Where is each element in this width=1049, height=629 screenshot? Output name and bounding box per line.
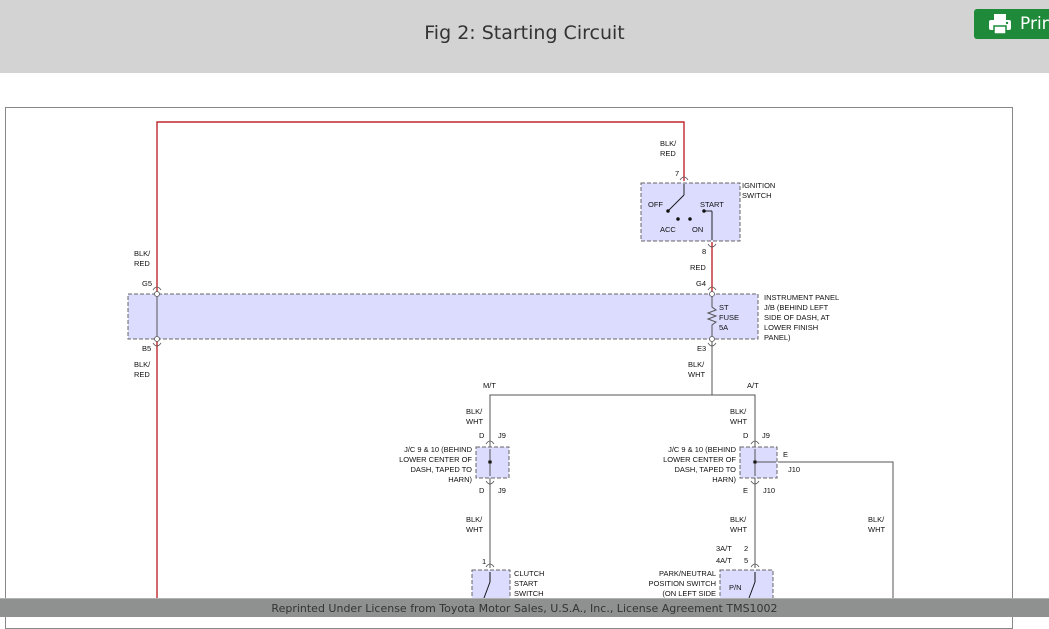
jc-left-conn-bottom: J9 [498,486,506,495]
ignition-start-label: START [700,200,724,209]
ignition-switch-box [640,182,741,242]
ignition-off-label: OFF [648,200,663,209]
pn-pin-3at: 3A/T [716,544,732,553]
jc-right-pin-side: E [783,450,788,459]
jc-left-conn-top: J9 [498,431,506,440]
ignition-pin-in: 7 [675,169,679,178]
jc-right-conn-bottom: J10 [763,486,775,495]
wire-label-blk-wht-left: BLK/WHT [466,407,483,426]
jc-left-pin-bottom: D [479,486,485,495]
jc-left-name: J/C 9 & 10 (BEHIND LOWER CENTER OF DASH, T… [399,445,473,484]
wire-label-blk-wht-left-lower: BLK/WHT [466,515,483,534]
jc-right-pin-bottom: E [743,486,748,495]
starting-circuit-diagram: BLK/RED BLK/RED BLK/RED RED BLK/WHT BLK/… [127,121,894,606]
ignition-acc-label: ACC [660,225,676,234]
jb-pin-g4: G4 [696,279,706,288]
ignition-pin-out: 8 [702,247,706,256]
wire-label-blk-wht-center: BLK/WHT [688,360,705,379]
pn-label: P/N [729,583,742,592]
jc-right-pin-top: D [743,431,749,440]
wire-label-blk-wht-far-right: BLK/WHT [868,515,885,534]
branch-mt-label: M/T [483,381,496,390]
jc-left-pin-top: D [479,431,485,440]
ignition-on-label: ON [692,225,703,234]
wire-label-blk-red-left-top: BLK/RED [134,249,151,268]
fuse-rating: 5A [719,323,728,332]
jc-left-box [475,446,510,479]
jc-right-name: J/C 9 & 10 (BEHIND LOWER CENTER OF DASH, T… [663,445,737,484]
license-footer: Reprinted Under License from Toyota Moto… [0,599,1049,617]
pn-pin-3at-num: 2 [744,544,748,553]
clutch-switch-name: CLUTCH START SWITCH [514,569,544,598]
pn-switch-name: PARK/NEUTRAL POSITION SWITCH (ON LEFT SIDE [649,569,717,598]
wire-label-blk-red-left-bottom: BLK/RED [134,360,151,379]
branch-at-label: A/T [747,381,759,390]
jc-right-conn-top: J9 [762,431,770,440]
pn-pin-4at-num: 5 [744,556,748,565]
jb-name: INSTRUMENT PANEL J/B (BEHIND LEFT SIDE OF … [764,293,839,342]
power-wire [156,121,713,600]
fuse-label: FUSE [719,313,739,322]
wire-label-blk-wht-right: BLK/WHT [730,407,747,426]
fuse-st-label: ST [719,303,729,312]
pn-pin-4at: 4A/T [716,556,732,565]
jb-pin-b5: B5 [142,344,151,353]
wire-label-blk-wht-right-lower: BLK/WHT [730,515,747,534]
jb-pin-g5: G5 [142,279,152,288]
instrument-panel-jb-box [127,293,759,340]
jb-pin-e3: E3 [697,344,706,353]
wire-label-blk-red-top: BLK/RED [660,139,677,158]
clutch-switch-pin: 1 [482,557,486,566]
ignition-switch-name: IGNITION SWITCH [742,181,775,200]
wire-label-red: RED [690,263,706,272]
jc-right-conn-side: J10 [788,465,800,474]
